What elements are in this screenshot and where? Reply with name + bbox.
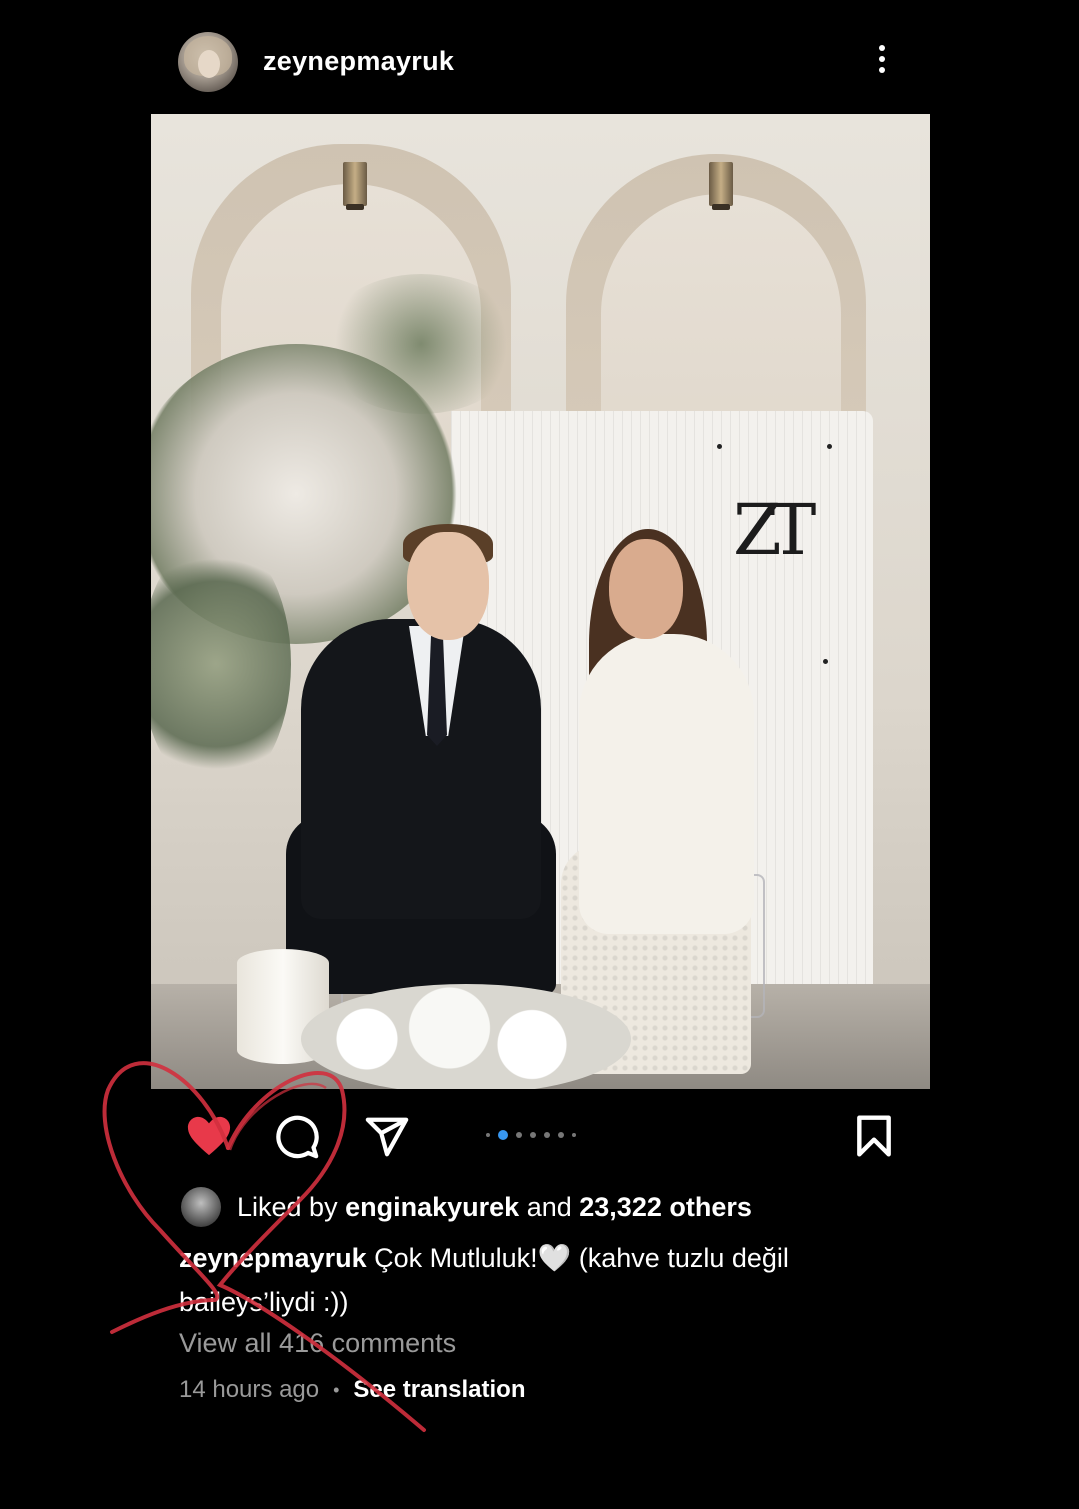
meta-separator: • bbox=[333, 1379, 340, 1400]
view-comments-link[interactable]: View all 416 comments bbox=[179, 1328, 456, 1359]
more-options-icon[interactable] bbox=[872, 42, 892, 82]
caption-username[interactable]: zeynepmayruk bbox=[179, 1243, 367, 1273]
likes-others[interactable]: 23,322 others bbox=[579, 1192, 752, 1223]
post-timestamp: 14 hours ago bbox=[179, 1376, 320, 1403]
post-username[interactable]: zeynepmayruk bbox=[263, 46, 454, 77]
post-meta: 14 hours ago • See translation bbox=[179, 1376, 525, 1404]
liker-avatar[interactable] bbox=[181, 1187, 221, 1227]
liker-username[interactable]: enginakyurek bbox=[345, 1192, 519, 1223]
photo-monogram: ZT bbox=[733, 489, 816, 571]
likes-connector: and bbox=[526, 1191, 572, 1222]
post-caption: zeynepmayruk Çok Mutluluk!🤍 (kahve tuzlu… bbox=[179, 1236, 899, 1324]
bookmark-icon[interactable] bbox=[854, 1114, 894, 1158]
post-image[interactable]: ZT bbox=[151, 114, 930, 1089]
carousel-indicator bbox=[486, 1128, 576, 1142]
profile-avatar[interactable] bbox=[178, 32, 238, 92]
see-translation-link[interactable]: See translation bbox=[353, 1376, 525, 1404]
heart-filled-icon[interactable] bbox=[186, 1114, 232, 1158]
send-icon[interactable] bbox=[364, 1114, 410, 1160]
likes-row[interactable]: Liked by enginakyurek and 23,322 others bbox=[181, 1186, 752, 1228]
comment-icon[interactable] bbox=[274, 1114, 320, 1160]
likes-prefix: Liked by bbox=[237, 1191, 338, 1222]
post-header: zeynepmayruk bbox=[178, 32, 908, 92]
